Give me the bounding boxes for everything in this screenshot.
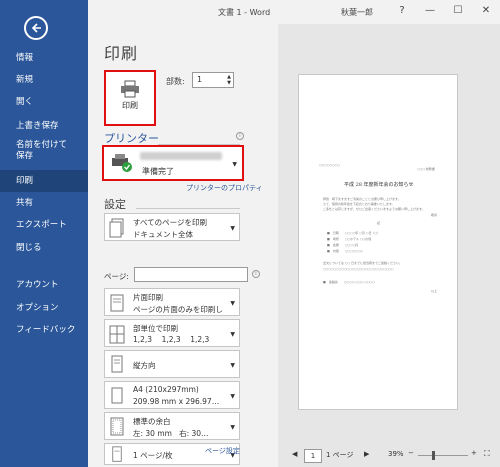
setting-label: すべてのページを印刷 — [133, 218, 208, 227]
orientation-select[interactable]: 縦方向 ▼ — [104, 350, 240, 378]
setting-label: 縦方向 — [133, 361, 156, 370]
settings-heading: 設定 — [104, 198, 126, 211]
setting-label: 片面印刷 — [133, 293, 163, 302]
prev-page-icon[interactable]: ◀ — [292, 450, 297, 458]
single-sided-icon — [110, 294, 124, 312]
fit-page-icon[interactable]: ⛶ — [484, 449, 490, 459]
zoom-slider-thumb[interactable] — [432, 451, 435, 460]
nav-save[interactable]: 上書き保存 — [0, 115, 88, 137]
close-button[interactable]: ✕ — [478, 3, 494, 19]
collation-select[interactable]: 部単位で印刷 1,2,3 1,2,3 1,2,3 ▼ — [104, 319, 240, 347]
pages-input[interactable] — [134, 267, 248, 282]
page-total: 1 ページ — [326, 451, 354, 459]
nav-feedback[interactable]: フィードバック — [0, 319, 88, 341]
printer-select[interactable]: 準備完了 ▼ — [102, 145, 244, 181]
printer-ready-icon — [112, 154, 132, 172]
print-preview: ○○○○○○○○ ○○○ 総務課 平成 28 年度新年会のお知らせ 拝啓 時下ま… — [278, 24, 500, 467]
setting-detail: 209.98 mm x 296.97… — [133, 397, 220, 406]
duplex-select[interactable]: 片面印刷 ページの片面のみを印刷し… ▼ — [104, 288, 240, 316]
spin-down-icon[interactable]: ▼ — [227, 80, 231, 86]
backstage-sidebar: 情報 新規 開く 上書き保存 名前を付けて 保存 印刷 共有 エクスポート 閉じ… — [0, 0, 88, 467]
printer-name-redacted — [140, 152, 222, 160]
next-page-icon[interactable]: ▶ — [364, 450, 369, 458]
nav-save-as[interactable]: 名前を付けて 保存 — [0, 140, 88, 164]
pages-per-sheet-icon — [112, 446, 122, 462]
window-title: 文書 1 - Word — [218, 8, 271, 17]
nav-close[interactable]: 閉じる — [0, 237, 88, 259]
zoom-in-icon[interactable]: + — [471, 449, 477, 457]
paper-size-icon — [111, 387, 123, 404]
print-button-label: 印刷 — [122, 101, 138, 110]
paper-size-select[interactable]: A4 (210x297mm) 209.98 mm x 296.97… ▼ — [104, 381, 240, 409]
collated-icon — [109, 325, 125, 344]
setting-label: A4 (210x297mm) — [133, 385, 199, 394]
back-button[interactable] — [24, 16, 48, 40]
chevron-down-icon: ▼ — [230, 362, 235, 369]
chevron-down-icon: ▼ — [232, 161, 237, 168]
preview-status-bar: ◀ 1 1 ページ ▶ 39% − + ⛶ — [278, 445, 500, 467]
setting-detail: 左: 30 mm 右: 30… — [133, 429, 209, 438]
print-range-select[interactable]: すべてのページを印刷 ドキュメント全体 ▼ — [104, 213, 240, 241]
chevron-down-icon: ▼ — [230, 300, 235, 307]
chevron-down-icon: ▼ — [230, 393, 235, 400]
back-arrow-icon — [31, 23, 41, 33]
nav-account[interactable]: アカウント — [0, 274, 88, 296]
chevron-down-icon: ▼ — [230, 331, 235, 338]
pages-icon — [109, 218, 124, 238]
user-name[interactable]: 秋葉一郎 — [341, 7, 373, 18]
printer-icon — [121, 80, 139, 98]
copies-label: 部数: — [166, 77, 185, 86]
info-icon[interactable]: i — [252, 270, 260, 278]
maximize-button[interactable]: ☐ — [450, 3, 466, 19]
nav-print[interactable]: 印刷 — [0, 170, 88, 192]
printer-heading: プリンター — [104, 132, 159, 145]
print-button[interactable]: 印刷 — [104, 70, 156, 126]
nav-share[interactable]: 共有 — [0, 192, 88, 214]
margins-icon — [110, 417, 124, 436]
minimize-button[interactable]: — — [422, 3, 438, 19]
page-number-input[interactable]: 1 — [304, 449, 322, 463]
info-icon[interactable]: i — [236, 132, 244, 140]
page-setup-link[interactable]: ページ設定 — [205, 446, 240, 456]
document-title: 平成 28 年度新年会のお知らせ — [344, 182, 414, 188]
setting-label: 1 ページ/枚 — [133, 451, 173, 460]
copies-input[interactable]: 1 ▲ ▼ — [192, 72, 234, 88]
setting-detail: 1,2,3 1,2,3 1,2,3 — [133, 335, 210, 344]
nav-export[interactable]: エクスポート — [0, 214, 88, 236]
title-bar: 文書 1 - Word 秋葉一郎 ? — ☐ ✕ — [88, 0, 500, 24]
portrait-icon — [111, 355, 123, 373]
zoom-slider[interactable] — [418, 455, 468, 456]
margins-select[interactable]: 標準の余白 左: 30 mm 右: 30… ▼ — [104, 412, 240, 440]
setting-label: 部単位で印刷 — [133, 324, 178, 333]
zoom-level: 39% — [388, 450, 404, 458]
page-title: 印刷 — [104, 44, 139, 63]
pages-label: ページ: — [104, 272, 129, 281]
copies-value: 1 — [197, 75, 203, 84]
setting-detail: ページの片面のみを印刷し… — [133, 305, 223, 314]
chevron-down-icon: ▼ — [230, 424, 235, 431]
printer-status: 準備完了 — [142, 167, 174, 176]
help-button[interactable]: ? — [394, 3, 410, 19]
zoom-out-icon[interactable]: − — [408, 449, 414, 457]
setting-detail: ドキュメント全体 — [133, 230, 193, 239]
nav-options[interactable]: オプション — [0, 297, 88, 319]
nav-open[interactable]: 開く — [0, 91, 88, 113]
printer-properties-link[interactable]: プリンターのプロパティ — [186, 183, 263, 193]
print-panel: 印刷 印刷 部数: 1 ▲ ▼ プリンター i 準備完了 ▼ プリンターのプロパ… — [88, 24, 278, 467]
setting-label: 標準の余白 — [133, 417, 171, 426]
nav-info[interactable]: 情報 — [0, 47, 88, 69]
chevron-down-icon: ▼ — [230, 225, 235, 232]
divider — [136, 208, 240, 209]
nav-new[interactable]: 新規 — [0, 69, 88, 91]
preview-page: ○○○○○○○○ ○○○ 総務課 平成 28 年度新年会のお知らせ 拝啓 時下ま… — [298, 74, 458, 410]
